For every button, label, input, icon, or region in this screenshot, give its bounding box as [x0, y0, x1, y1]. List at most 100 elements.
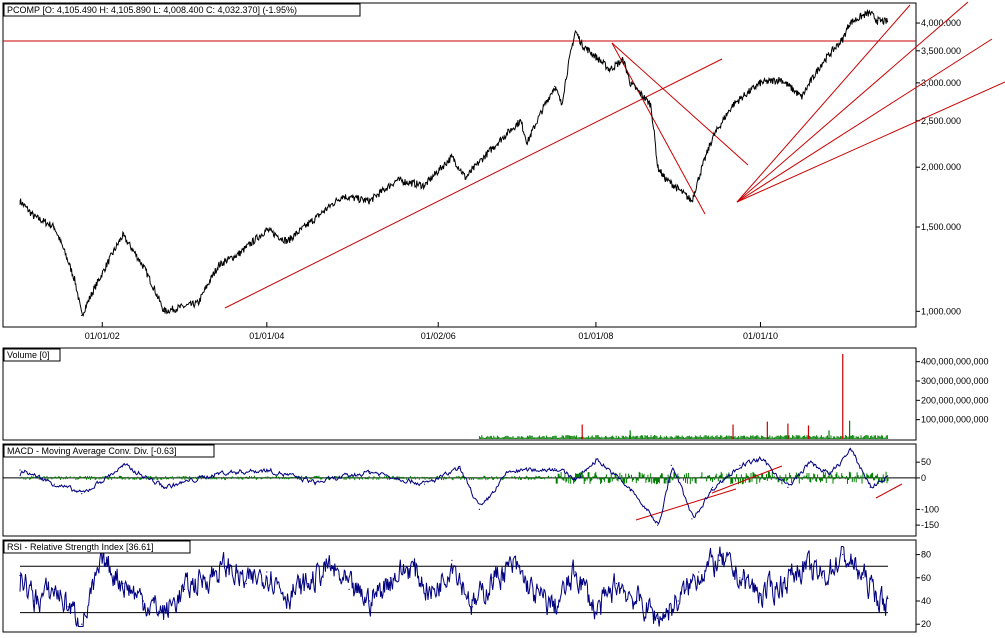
- rsi-point-32: [657, 617, 659, 620]
- price-point-8: [163, 310, 165, 312]
- price-ytick-label-0: 1,000.000: [921, 306, 961, 316]
- price-ytick-label-5: 3,500.000: [921, 46, 961, 56]
- macd-point-0: [19, 469, 21, 471]
- rsi-point-0: [19, 574, 21, 577]
- price-point-42: [821, 62, 823, 64]
- rsi-point-27: [554, 606, 556, 608]
- macd-point-2: [81, 493, 83, 495]
- price-point-40: [780, 78, 782, 81]
- rsi-panel-frame: [2, 539, 917, 633]
- price-point-46: [869, 12, 871, 14]
- price-xtick-label-1: 01/01/04: [249, 331, 284, 341]
- volume-ytick-label-3: 400,000,000,000: [921, 357, 989, 367]
- rsi-point-10: [204, 577, 206, 579]
- rsi-point-34: [698, 571, 700, 573]
- price-point-47: [876, 19, 878, 22]
- macd-point-23: [787, 486, 789, 488]
- price-point-27: [574, 30, 576, 32]
- rsi-point-38: [780, 583, 782, 585]
- rsi-point-25: [513, 565, 515, 567]
- price-ytick-label-6: 4,000.000: [921, 18, 961, 28]
- macd-point-9: [423, 483, 426, 485]
- rsi-point-28: [574, 571, 576, 573]
- price-point-30: [622, 59, 624, 61]
- rsi-point-22: [451, 559, 453, 562]
- macd-point-4: [163, 486, 165, 488]
- rsi-point-2: [53, 588, 55, 591]
- price-point-16: [369, 200, 371, 202]
- price-point-26: [561, 104, 563, 106]
- price-point-1: [33, 215, 35, 217]
- rsi-point-17: [348, 588, 350, 591]
- rsi-point-7: [142, 600, 145, 602]
- volume-yaxis: 100,000,000,000 200,000,000,000 300,000,00…: [916, 357, 989, 425]
- rsi-point-26: [533, 594, 535, 596]
- rsi-ytick-label-1: 60: [921, 573, 931, 583]
- rsi-point-36: [739, 577, 741, 579]
- rsi-point-3: [67, 606, 69, 608]
- price-point-10: [218, 264, 220, 266]
- price-point-9: [197, 302, 199, 304]
- rsi-point-39: [801, 565, 803, 567]
- macd-point-21: [739, 464, 741, 466]
- rsi-point-19: [389, 577, 391, 579]
- price-point-38: [732, 104, 734, 106]
- macd-point-16: [629, 489, 631, 492]
- macd-point-8: [369, 471, 371, 473]
- macd-point-22: [759, 458, 762, 460]
- rsi-point-21: [430, 594, 432, 596]
- price-point-33: [657, 166, 659, 168]
- price-point-20: [465, 177, 467, 179]
- macd-ytick-label-1: 0: [921, 473, 926, 483]
- macd-point-1: [53, 483, 55, 485]
- price-xtick-label-2: 01/02/06: [421, 331, 456, 341]
- rsi-point-42: [862, 577, 864, 579]
- rsi-point-1: [33, 600, 35, 602]
- price-point-14: [314, 218, 316, 220]
- volume-ytick-label-0: 100,000,000,000: [921, 415, 989, 425]
- price-point-21: [478, 161, 480, 163]
- price-point-44: [849, 22, 851, 24]
- price-ytick-label-4: 3,000.000: [921, 78, 961, 88]
- macd-point-15: [595, 458, 597, 460]
- price-point-3: [74, 279, 76, 282]
- macd-point-24: [807, 461, 810, 463]
- rsi-point-6: [122, 583, 124, 585]
- rsi-point-11: [225, 565, 227, 567]
- macd-point-5: [218, 472, 220, 474]
- price-point-18: [423, 185, 426, 187]
- price-point-0: [19, 200, 21, 202]
- price-point-24: [526, 142, 528, 144]
- macd-point-17: [657, 524, 659, 526]
- price-point-28: [581, 44, 583, 46]
- rsi-point-5: [101, 559, 103, 562]
- rsi-ytick-label-2: 40: [921, 596, 931, 606]
- rsi-point-9: [183, 588, 186, 591]
- volume-panel-frame: [2, 347, 917, 441]
- macd-point-7: [314, 482, 316, 484]
- macd-point-28: [883, 477, 885, 479]
- rsi-ytick-label-0: 80: [921, 550, 931, 560]
- price-point-45: [862, 14, 864, 16]
- price-point-35: [677, 188, 679, 190]
- rsi-ytick-label-3: 20: [921, 619, 931, 629]
- price-point-15: [341, 195, 343, 197]
- price-point-37: [711, 137, 714, 139]
- rsi-yaxis: 80 60 40 20: [916, 550, 931, 629]
- macd-point-3: [122, 464, 124, 466]
- rsi-point-8: [163, 612, 165, 614]
- volume-ytick-label-1: 200,000,000,000: [921, 395, 989, 405]
- rsi-point-41: [842, 554, 844, 556]
- rsi-point-31: [636, 600, 638, 602]
- price-title: PCOMP [O: 4,105.490 H: 4,105.890 L: 4,00…: [7, 5, 297, 15]
- macd-title: MACD - Moving Average Conv. Div. [-0.63]: [7, 446, 177, 456]
- macd-point-11: [478, 508, 480, 510]
- price-ytick-label-2: 2,000.000: [921, 162, 961, 172]
- volume-ytick-label-2: 300,000,000,000: [921, 376, 989, 386]
- price-point-31: [629, 82, 631, 84]
- price-xtick-label-0: 01/01/02: [85, 331, 120, 341]
- rsi-point-30: [615, 583, 618, 585]
- rsi-point-37: [759, 594, 762, 596]
- rsi-point-14: [286, 594, 288, 596]
- price-point-34: [663, 177, 666, 179]
